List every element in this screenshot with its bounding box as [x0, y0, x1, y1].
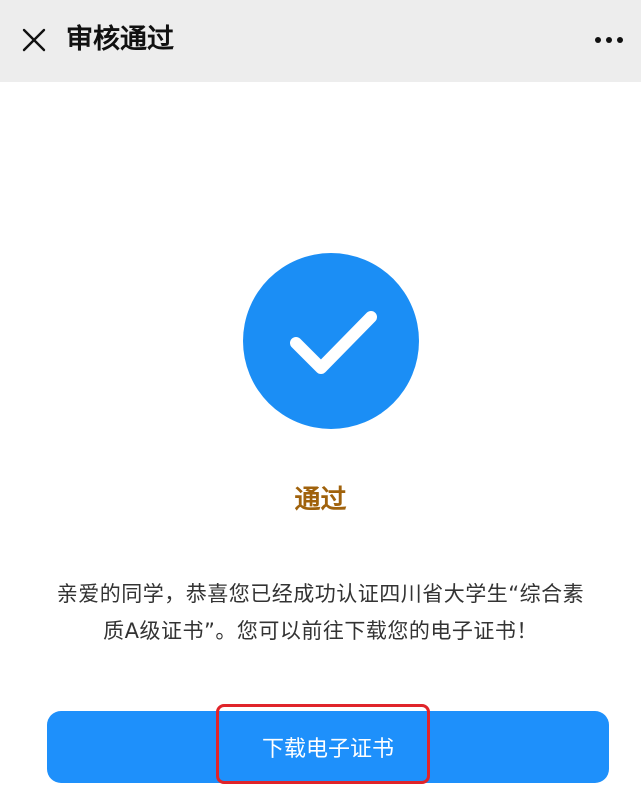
checkmark-icon — [290, 311, 377, 374]
page-title: 审核通过 — [66, 24, 174, 55]
more-options-button[interactable] — [589, 24, 629, 56]
page: 审核通过 通过 亲爱的同学，恭喜您已经成功认证四川省大学生“综合素质A级证书”。… — [0, 0, 641, 785]
success-badge — [243, 253, 419, 429]
close-button[interactable] — [18, 22, 50, 58]
more-icon — [595, 37, 623, 43]
header-bar: 审核通过 — [0, 0, 641, 82]
download-certificate-button[interactable]: 下载电子证书 — [47, 711, 609, 783]
download-button-label: 下载电子证书 — [261, 737, 394, 762]
status-text: 通过 — [294, 485, 347, 515]
close-icon — [22, 28, 46, 52]
success-message: 亲爱的同学，恭喜您已经成功认证四川省大学生“综合素质A级证书”。您可以前往下载您… — [56, 582, 585, 643]
